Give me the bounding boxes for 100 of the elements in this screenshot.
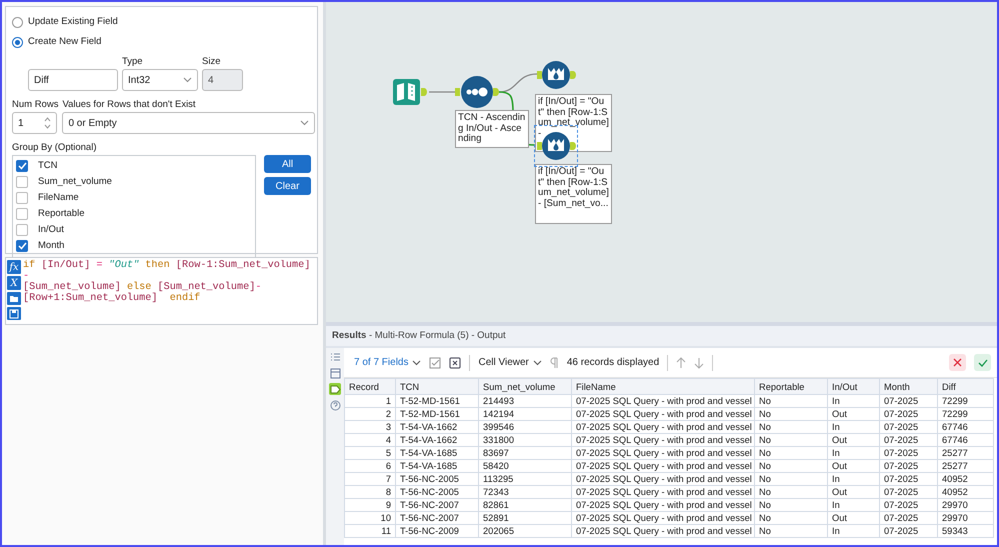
- table-cell: 07-2025 SQL Query - with prod and vessel: [572, 498, 754, 512]
- pilcrow-icon[interactable]: [550, 356, 559, 368]
- annotation-note: TCN - Ascending In/Out - Ascending: [455, 110, 529, 148]
- table-cell: 07-2025: [880, 420, 938, 434]
- table-cell: 58420: [478, 460, 572, 472]
- function-button[interactable]: fx: [7, 260, 21, 274]
- table-cell: 07-2025 SQL Query - with prod and vessel: [572, 524, 754, 538]
- table-cell: No: [754, 408, 828, 420]
- table-cell: No: [754, 446, 828, 460]
- table-cell: 214493: [478, 394, 572, 408]
- column-header[interactable]: FileName: [572, 378, 754, 394]
- table-cell: T-56-NC-2007: [396, 498, 478, 512]
- table-cell: 07-2025 SQL Query - with prod and vessel: [572, 486, 754, 498]
- table-cell: T-56-NC-2007: [396, 512, 478, 524]
- column-header[interactable]: TCN: [396, 378, 478, 394]
- radio-button[interactable]: [12, 16, 23, 28]
- connector-line: [429, 91, 455, 93]
- table-cell: No: [754, 524, 828, 538]
- caret-icon[interactable]: [532, 360, 542, 366]
- up-arrow-icon[interactable]: [676, 356, 686, 368]
- table-cell: 59343: [938, 524, 994, 538]
- checkbox[interactable]: [16, 240, 28, 252]
- field-label: Values for Rows that don't Exist: [62, 99, 197, 111]
- table-cell: 82861: [478, 498, 572, 512]
- input-data-node[interactable]: [392, 78, 428, 106]
- radio-label: Create New Field: [28, 36, 102, 48]
- table-cell: 5: [344, 446, 396, 460]
- action-button[interactable]: All: [264, 155, 311, 173]
- close-button[interactable]: [949, 354, 966, 371]
- table-cell: 40952: [938, 472, 994, 486]
- table-cell: No: [754, 472, 828, 486]
- column-header[interactable]: In/Out: [828, 378, 880, 394]
- table-cell: 07-2025 SQL Query - with prod and vessel: [572, 394, 754, 408]
- table-cell: 07-2025: [880, 434, 938, 446]
- table-cell: 07-2025: [880, 498, 938, 512]
- checkbox[interactable]: [16, 160, 28, 172]
- select-all-icon[interactable]: [429, 356, 442, 368]
- table-cell: 07-2025 SQL Query - with prod and vessel: [572, 434, 754, 446]
- confirm-button[interactable]: [974, 354, 991, 371]
- open-folder-icon[interactable]: [7, 292, 21, 305]
- field-option: Reportable: [38, 208, 84, 220]
- table-cell: 07-2025 SQL Query - with prod and vessel: [572, 460, 754, 472]
- num-rows-spinner[interactable]: 1: [12, 112, 57, 134]
- table-cell: 67746: [938, 434, 994, 446]
- field-option: Month: [38, 240, 64, 252]
- table-cell: 2: [344, 408, 396, 420]
- checkbox[interactable]: [16, 224, 28, 236]
- multi-row-formula-node[interactable]: [536, 59, 578, 91]
- table-cell: No: [754, 420, 828, 434]
- table-cell: In: [828, 472, 880, 486]
- checkbox[interactable]: [16, 176, 28, 188]
- table-cell: 331800: [478, 434, 572, 446]
- column-header[interactable]: Reportable: [754, 378, 828, 394]
- column-header[interactable]: Sum_net_volume: [478, 378, 572, 394]
- tag-view-icon[interactable]: [329, 383, 341, 395]
- save-icon[interactable]: [7, 307, 21, 320]
- table-cell: 40952: [938, 486, 994, 498]
- record-count: 46 records displayed: [566, 356, 660, 370]
- radio-button[interactable]: [12, 36, 23, 48]
- table-cell: 9: [344, 498, 396, 512]
- deselect-all-icon[interactable]: [449, 356, 462, 368]
- table-cell: 29970: [938, 512, 994, 524]
- table-cell: 07-2025 SQL Query - with prod and vessel: [572, 472, 754, 486]
- missing-rows-dropdown[interactable]: 0 or Empty: [62, 112, 316, 134]
- caret-icon[interactable]: [412, 360, 422, 366]
- type-dropdown[interactable]: Int32: [122, 69, 198, 91]
- table-cell: 142194: [478, 408, 572, 420]
- fields-dropdown[interactable]: 7 of 7 Fields: [354, 355, 422, 370]
- table-cell: 07-2025: [880, 446, 938, 460]
- field-label: Type: [122, 56, 144, 68]
- checkbox[interactable]: [16, 208, 28, 220]
- column-header[interactable]: Record: [344, 378, 396, 394]
- variable-button[interactable]: X: [7, 276, 21, 290]
- help-view-icon[interactable]: [329, 399, 341, 411]
- down-arrow-icon[interactable]: [694, 356, 704, 368]
- table-cell: 07-2025: [880, 408, 938, 420]
- table-view-icon[interactable]: [329, 367, 341, 379]
- table-cell: 72299: [938, 394, 994, 408]
- chevron-icon: [300, 120, 310, 126]
- sort-node[interactable]: [454, 76, 500, 108]
- table-cell: T-56-NC-2005: [396, 472, 478, 486]
- table-cell: 07-2025 SQL Query - with prod and vessel: [572, 408, 754, 420]
- table-cell: 1: [344, 394, 396, 408]
- column-header[interactable]: Diff: [938, 378, 994, 394]
- checkbox[interactable]: [16, 192, 28, 204]
- table-cell: Out: [828, 408, 880, 420]
- table-cell: No: [754, 460, 828, 472]
- table-cell: 25277: [938, 446, 994, 460]
- table-cell: Out: [828, 460, 880, 472]
- spinner-arrows-icon[interactable]: [44, 116, 51, 130]
- table-cell: In: [828, 498, 880, 512]
- table-cell: T-54-VA-1685: [396, 446, 478, 460]
- table-cell: 07-2025: [880, 460, 938, 472]
- field-name-input[interactable]: Diff: [28, 69, 118, 91]
- list-view-icon[interactable]: [329, 351, 341, 363]
- viewer-dropdown[interactable]: Cell Viewer: [478, 355, 542, 370]
- action-button[interactable]: Clear: [264, 177, 311, 195]
- column-header[interactable]: Month: [880, 378, 938, 394]
- table-cell: 399546: [478, 420, 572, 434]
- table-cell: 07-2025 SQL Query - with prod and vessel: [572, 446, 754, 460]
